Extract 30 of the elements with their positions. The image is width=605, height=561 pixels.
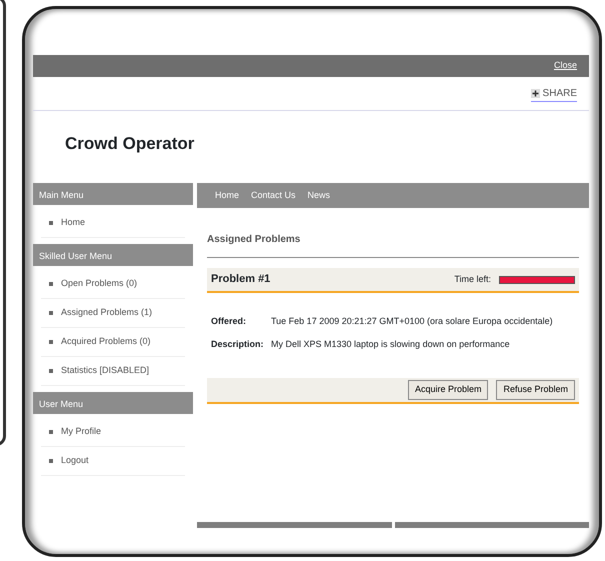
bullet-icon <box>49 340 53 344</box>
bullet-icon <box>49 430 53 434</box>
field-label: Offered: <box>211 315 248 328</box>
section-title: Assigned Problems <box>207 234 300 245</box>
menu-header: Skilled User Menu <box>33 244 193 266</box>
bullet-icon <box>49 311 53 315</box>
field-value: Tue Feb 17 2009 20:21:27 GMT+0100 (ora solare Europa occidentale) <box>271 315 553 328</box>
time-left-label: Time left: <box>454 272 491 286</box>
sidebar-item[interactable]: Open Problems (0) <box>41 270 185 299</box>
menu-header: Main Menu <box>33 183 193 205</box>
action-button[interactable]: Acquire Problem <box>408 380 488 400</box>
bullet-icon <box>49 369 53 373</box>
plus-icon <box>530 88 540 98</box>
sidebar-item[interactable]: Assigned Problems (1) <box>41 299 185 328</box>
problem-title: Problem #1 <box>211 272 270 288</box>
bullet-icon <box>49 282 53 286</box>
bullet-icon <box>49 221 53 225</box>
share-link[interactable]: SHARE <box>530 86 577 102</box>
field-value: My Dell XPS M1330 laptop is slowing down on performance <box>271 338 510 351</box>
site-title: Crowd Operator <box>65 134 194 153</box>
bullet-icon <box>49 459 53 463</box>
action-button[interactable]: Refuse Problem <box>496 380 575 400</box>
menu-header: User Menu <box>33 392 193 414</box>
sidebar-item[interactable]: My Profile <box>41 418 185 447</box>
field-label: Description: <box>211 338 265 351</box>
sidebar-item[interactable]: Statistics [DISABLED] <box>41 357 185 386</box>
sidebar-item[interactable]: Logout <box>41 447 185 476</box>
close-link[interactable]: Close <box>554 59 577 73</box>
sidebar-item[interactable]: Home <box>41 209 185 238</box>
sidebar-item[interactable]: Acquired Problems (0) <box>41 328 185 357</box>
